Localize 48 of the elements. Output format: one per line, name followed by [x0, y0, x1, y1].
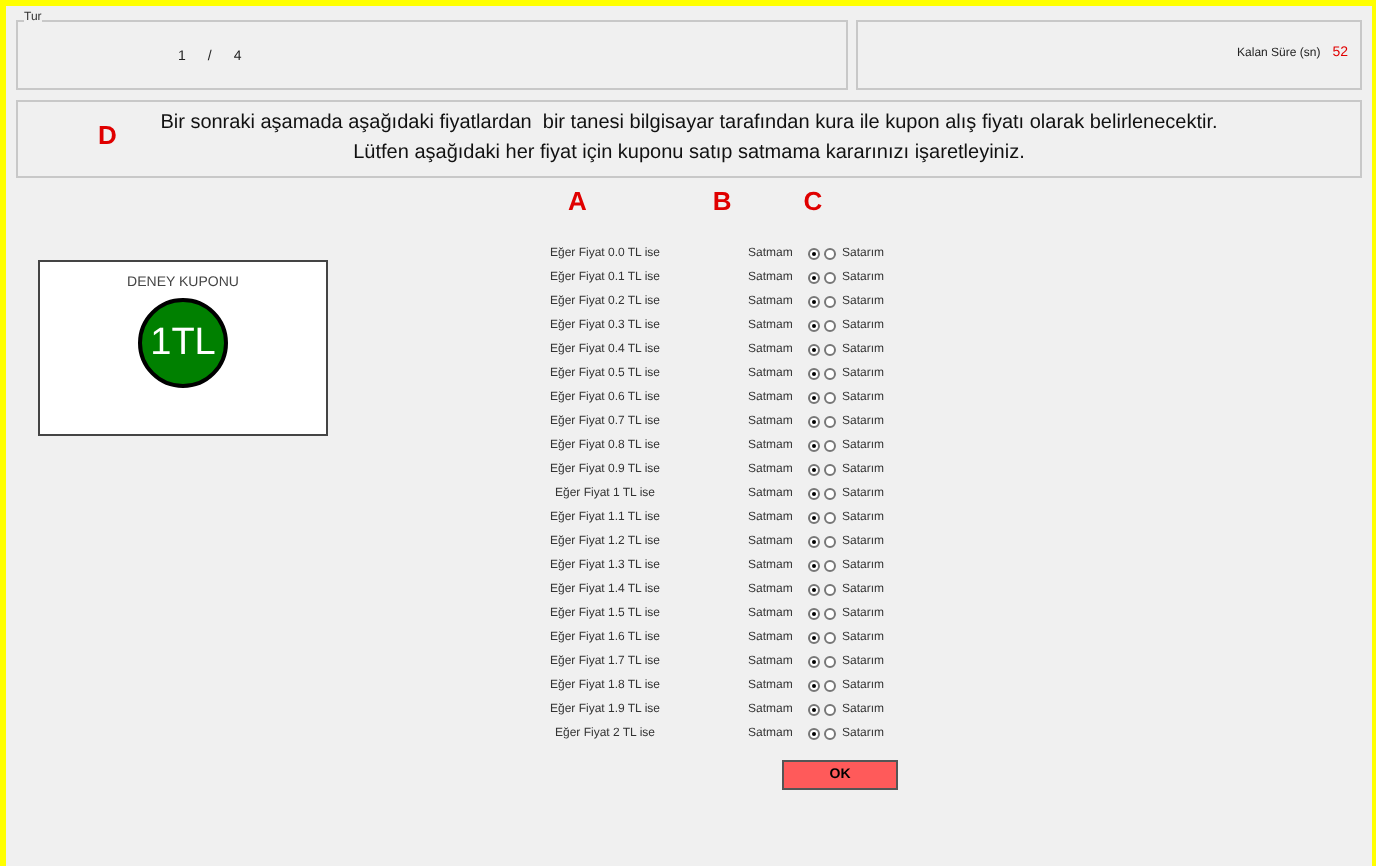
radio-button[interactable] [808, 248, 820, 260]
instruction-text: Lütfen aşağıdaki her fiyat için kuponu satıp satmama kararınızı işaretleyiniz. [353, 144, 1025, 164]
annotation-letter: A [568, 184, 587, 221]
radio-button[interactable] [824, 248, 836, 260]
radio-button[interactable] [808, 560, 820, 572]
radio-button[interactable] [808, 584, 820, 596]
radio-button[interactable] [808, 536, 820, 548]
radio-button[interactable] [824, 608, 836, 620]
radio-button[interactable] [824, 512, 836, 524]
radio-button[interactable] [824, 488, 836, 500]
radio-button[interactable] [808, 704, 820, 716]
radio-button[interactable] [824, 584, 836, 596]
radio-button[interactable] [824, 536, 836, 548]
radio-button[interactable] [808, 368, 820, 380]
radio-button[interactable] [824, 656, 836, 668]
radio-button[interactable] [824, 728, 836, 740]
radio-button[interactable] [808, 320, 820, 332]
radio-button[interactable] [824, 392, 836, 404]
radio-button[interactable] [824, 680, 836, 692]
radio-button[interactable] [808, 680, 820, 692]
radio-button[interactable] [808, 392, 820, 404]
radio-button[interactable] [824, 320, 836, 332]
radio-button[interactable] [808, 440, 820, 452]
instruction-text: Bir sonraki aşamada aşağıdaki fiyatlardan bir tanesi bilgisayar tarafından kura ile kupon alış fiyatı olarak belirlenecektir. [160, 114, 1218, 134]
radio-button[interactable] [824, 704, 836, 716]
radio-button[interactable] [808, 608, 820, 620]
radio-button[interactable] [824, 416, 836, 428]
radio-button[interactable] [824, 440, 836, 452]
radio-button[interactable] [824, 344, 836, 356]
radio-button[interactable] [808, 512, 820, 524]
radio-button[interactable] [824, 632, 836, 644]
radio-button[interactable] [808, 656, 820, 668]
radio-button[interactable] [808, 728, 820, 740]
radio-button[interactable] [824, 296, 836, 308]
annotation-letter: C [803, 184, 823, 221]
radio-button[interactable] [808, 344, 820, 356]
radio-button[interactable] [824, 560, 836, 572]
annotation-letter: D [98, 122, 117, 148]
radio-button[interactable] [808, 272, 820, 284]
radio-button[interactable] [824, 368, 836, 380]
radio-button[interactable] [808, 488, 820, 500]
annotation-letter: B [712, 184, 732, 221]
radio-button[interactable] [808, 464, 820, 476]
radio-button[interactable] [808, 632, 820, 644]
radio-button[interactable] [824, 464, 836, 476]
radio-button[interactable] [808, 296, 820, 308]
radio-button[interactable] [824, 272, 836, 284]
radio-button[interactable] [808, 416, 820, 428]
